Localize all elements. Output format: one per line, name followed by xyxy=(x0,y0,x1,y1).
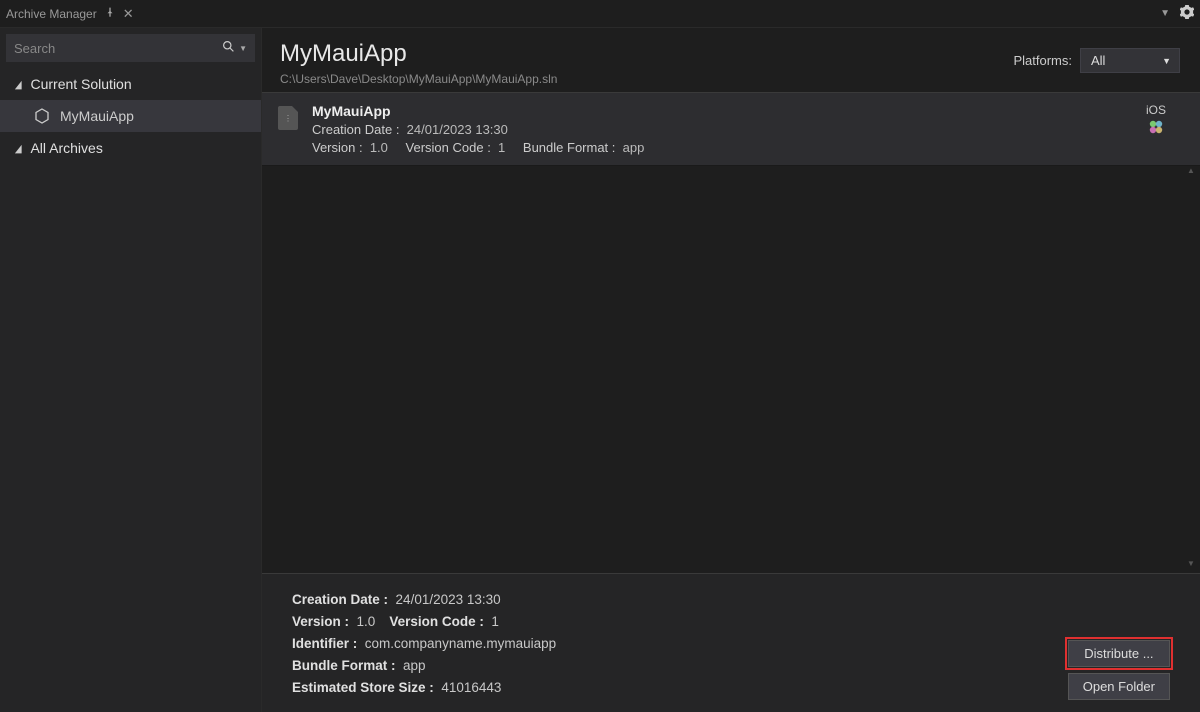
gear-icon[interactable] xyxy=(1180,5,1194,22)
platforms-value: All xyxy=(1091,53,1105,68)
archive-body: ▲ ▼ xyxy=(262,166,1200,573)
detail-identifier: Identifier : com.companyname.mymauiapp xyxy=(292,636,1068,651)
titlebar: Archive Manager ✕ ▼ xyxy=(0,0,1200,28)
sidebar: ▼ ◢ Current Solution MyMauiApp ◢ All Arc… xyxy=(0,28,262,712)
detail-size: Estimated Store Size : 41016443 xyxy=(292,680,1068,695)
detail-version: Version : 1.0Version Code : 1 xyxy=(292,614,1068,629)
window-dropdown-icon[interactable]: ▼ xyxy=(1160,8,1170,19)
tree-item-mymauiapp[interactable]: MyMauiApp xyxy=(0,100,261,132)
archive-meta-line1: Creation Date : 24/01/2023 13:30 xyxy=(312,122,1136,137)
archive-file-icon: ⋮ xyxy=(278,106,298,130)
window-title: Archive Manager xyxy=(6,7,97,21)
platform-tag: iOS xyxy=(1146,103,1166,117)
detail-bundle: Bundle Format : app xyxy=(292,658,1068,673)
hexagon-icon xyxy=(34,108,50,124)
search-icon[interactable] xyxy=(222,40,235,56)
scroll-up-icon[interactable]: ▲ xyxy=(1184,166,1198,180)
page-title: MyMauiApp xyxy=(280,40,1013,68)
pin-icon[interactable] xyxy=(105,7,115,20)
search-box[interactable]: ▼ xyxy=(6,34,255,62)
scroll-down-icon[interactable]: ▼ xyxy=(1184,559,1198,573)
tree-label: All Archives xyxy=(30,140,102,156)
tree-child-label: MyMauiApp xyxy=(60,108,134,124)
open-folder-button[interactable]: Open Folder xyxy=(1068,673,1170,700)
archive-row[interactable]: ⋮ MyMauiApp Creation Date : 24/01/2023 1… xyxy=(262,92,1200,166)
chevron-down-icon: ▼ xyxy=(1162,56,1171,66)
archive-name: MyMauiApp xyxy=(312,103,1136,119)
platforms-select[interactable]: All ▼ xyxy=(1080,48,1180,73)
archive-meta-line2: Version : 1.0 Version Code : 1 Bundle Fo… xyxy=(312,140,1136,155)
platforms-label: Platforms: xyxy=(1013,53,1072,68)
details-panel: Creation Date : 24/01/2023 13:30 Version… xyxy=(262,573,1200,712)
tree-node-current-solution[interactable]: ◢ Current Solution xyxy=(0,68,261,100)
close-tab-icon[interactable]: ✕ xyxy=(123,6,134,22)
search-options-icon[interactable]: ▼ xyxy=(239,44,247,53)
solution-path: C:\Users\Dave\Desktop\MyMauiApp\MyMauiAp… xyxy=(280,72,1013,86)
tree-label: Current Solution xyxy=(30,76,131,92)
search-input[interactable] xyxy=(14,41,222,56)
distribute-button[interactable]: Distribute ... xyxy=(1068,640,1170,667)
expand-icon: ◢ xyxy=(15,142,22,155)
detail-creation: Creation Date : 24/01/2023 13:30 xyxy=(292,592,1068,607)
scrollbar[interactable]: ▲ ▼ xyxy=(1184,166,1198,573)
content-area: MyMauiApp C:\Users\Dave\Desktop\MyMauiAp… xyxy=(262,28,1200,712)
expand-icon: ◢ xyxy=(15,78,22,91)
tree-node-all-archives[interactable]: ◢ All Archives xyxy=(0,132,261,164)
ios-icon xyxy=(1148,119,1164,138)
